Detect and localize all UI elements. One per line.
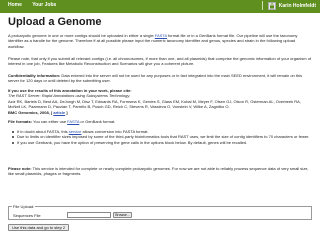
- citation-block: If you use the results of this annotatio…: [8, 88, 312, 115]
- sequences-file-input[interactable]: [67, 212, 111, 218]
- page-title: Upload a Genome: [8, 16, 102, 28]
- intro-text: A prokaryotic genome in one or more cont…: [8, 33, 155, 38]
- browse-button[interactable]: Browse...: [113, 212, 132, 218]
- citation-journal: BMC Genomics, 2008, [: [8, 109, 54, 115]
- submit-step2-button[interactable]: Use this data and go to step 2: [8, 224, 70, 231]
- service-note-paragraph: Please note: This service is intended fo…: [8, 166, 312, 177]
- citation-label: If you use the results of this annotatio…: [8, 88, 132, 93]
- format-notes-list: If in doubt about FASTA, this service al…: [12, 129, 312, 145]
- fasta-link[interactable]: FASTA: [155, 33, 167, 38]
- file-formats-paragraph: File formats: You can either use FASTA o…: [8, 119, 312, 124]
- contigs-note-paragraph: Please note, that only if you submit all…: [8, 56, 312, 67]
- account-icon[interactable]: [267, 1, 276, 10]
- service-link[interactable]: service: [69, 129, 82, 134]
- nav-menu: Home Your Jobs: [8, 2, 65, 8]
- file-formats-text-end: or GenBank format.: [79, 119, 116, 124]
- list-item: If you use Genbank, you have the option …: [12, 140, 312, 145]
- file-upload-fieldset: File Upload: Sequences File Browse...: [8, 204, 312, 220]
- fasta-format-link[interactable]: FASTA: [67, 119, 79, 124]
- file-formats-label: File formats:: [8, 119, 33, 124]
- bullet-text-end: allows conversion into FASTA format.: [81, 129, 149, 134]
- sequences-file-label: Sequences File: [13, 213, 41, 218]
- file-formats-text: You can either use: [32, 119, 68, 124]
- user-area: Karin Holmfeldt: [261, 1, 316, 10]
- intro-paragraph: A prokaryotic genome in one or more cont…: [8, 33, 312, 49]
- citation-authors: Aziz RK, Bartels D, Best AA, DeJongh M, …: [8, 98, 301, 110]
- citation-title: The RAST Server: Rapid Annotations using…: [8, 93, 131, 99]
- bullet-text: If in doubt about FASTA, this: [17, 129, 69, 134]
- article-link[interactable]: article: [53, 110, 65, 115]
- nav-item-home[interactable]: Home: [8, 2, 22, 8]
- user-name[interactable]: Karin Holmfeldt: [279, 3, 316, 9]
- contigs-note-text: Please note, that only if you submit all…: [8, 56, 312, 67]
- bullet-text: Due to limits on identifier sizes impose…: [17, 134, 310, 140]
- top-navigation-bar: Home Your Jobs Karin Holmfeldt: [0, 0, 320, 13]
- bullet-text: If you use Genbank, you have the option …: [17, 139, 248, 145]
- file-upload-legend: File Upload:: [13, 204, 35, 209]
- citation-journal-end: ]: [65, 109, 68, 115]
- divider: [261, 1, 263, 10]
- confidentiality-label: Confidentiality information:: [8, 73, 61, 78]
- note-label: Please note:: [8, 166, 32, 171]
- note-text: This service is intended for complete or…: [8, 166, 309, 177]
- nav-item-your-jobs[interactable]: Your Jobs: [32, 2, 56, 8]
- confidentiality-paragraph: Confidentiality information: Data entere…: [8, 73, 312, 84]
